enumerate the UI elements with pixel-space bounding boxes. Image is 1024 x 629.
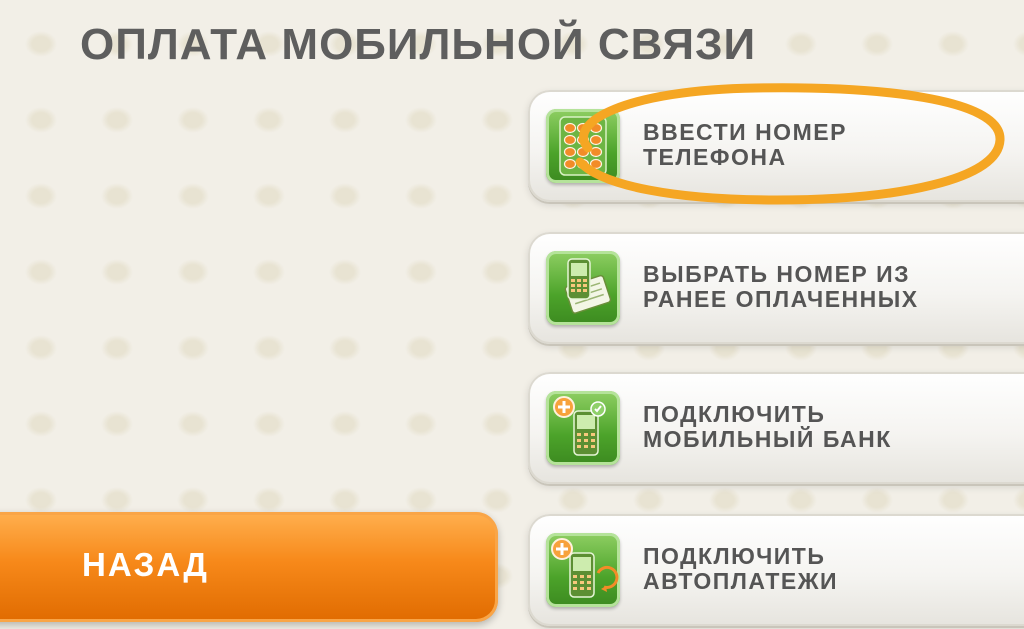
enter-phone-number-button[interactable]: ВВЕСТИ НОМЕР ТЕЛЕФОНА (528, 90, 1024, 202)
back-button[interactable]: НАЗАД (0, 512, 498, 622)
phone-list-icon (546, 251, 620, 325)
enter-phone-number-label: ВВЕСТИ НОМЕР ТЕЛЕФОНА (643, 119, 847, 170)
mobile-bank-icon (546, 391, 620, 465)
connect-autopay-button[interactable]: ПОДКЛЮЧИТЬ АВТОПЛАТЕЖИ (528, 514, 1024, 626)
connect-mobile-bank-button[interactable]: ПОДКЛЮЧИТЬ МОБИЛЬНЫЙ БАНК (528, 372, 1024, 484)
connect-autopay-label: ПОДКЛЮЧИТЬ АВТОПЛАТЕЖИ (643, 543, 839, 594)
choose-previous-number-label: ВЫБРАТЬ НОМЕР ИЗ РАНЕЕ ОПЛАЧЕННЫХ (643, 261, 919, 312)
autopay-icon (546, 533, 620, 607)
connect-mobile-bank-label: ПОДКЛЮЧИТЬ МОБИЛЬНЫЙ БАНК (643, 401, 892, 452)
choose-previous-number-button[interactable]: ВЫБРАТЬ НОМЕР ИЗ РАНЕЕ ОПЛАЧЕННЫХ (528, 232, 1024, 344)
keypad-icon (546, 109, 620, 183)
back-button-label: НАЗАД (82, 546, 209, 583)
page-title: ОПЛАТА МОБИЛЬНОЙ СВЯЗИ (80, 20, 757, 69)
